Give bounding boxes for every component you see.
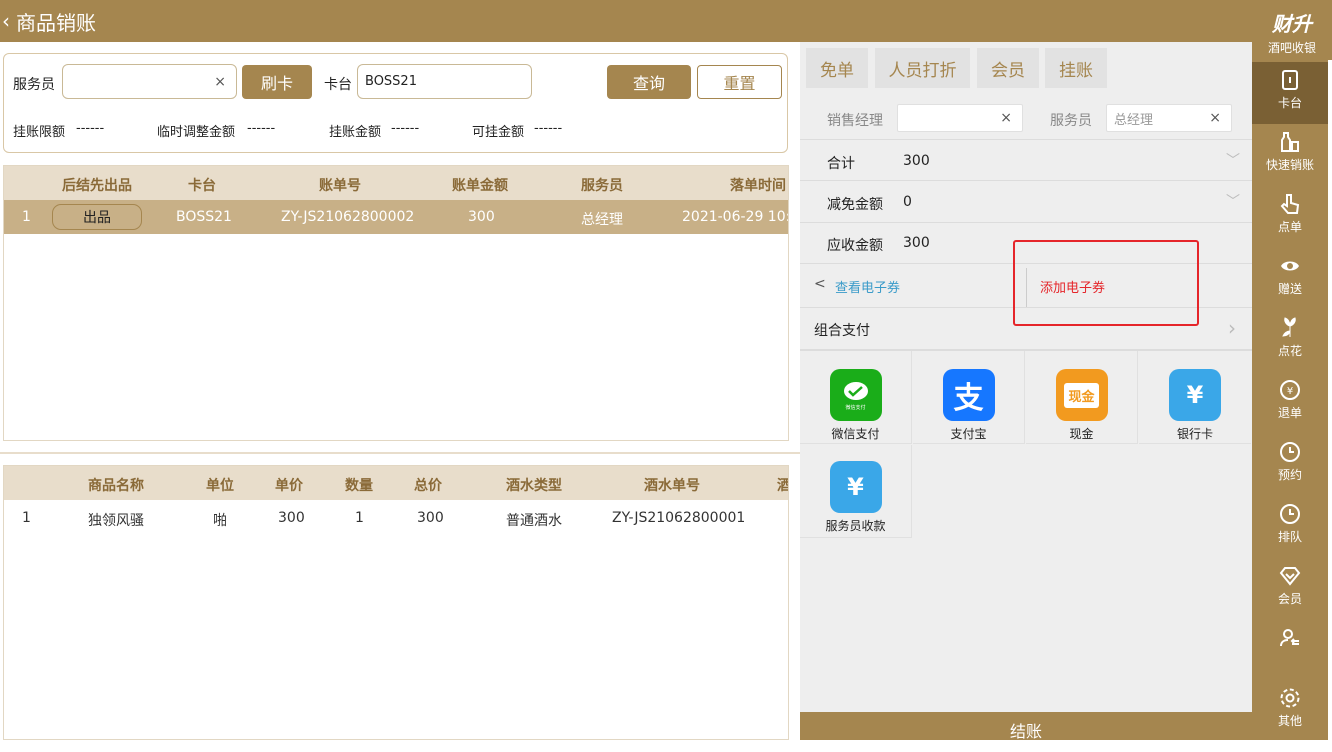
divider (800, 222, 1252, 223)
brand-name: 财升 (1272, 12, 1312, 36)
sidebar: 财升 酒吧收银 卡台 快速销账 点单 赠送 点花 ¥ 退单 预约 排队 会员 其… (1252, 0, 1332, 740)
users-icon (1280, 629, 1299, 647)
swipe-card-button[interactable]: 刷卡 (242, 65, 312, 99)
pay-bank-card[interactable]: ¥ 银行卡 (1139, 351, 1251, 444)
sidebar-item-gift[interactable]: 赠送 (1252, 248, 1328, 310)
total-label: 合计 (827, 156, 855, 172)
sidebar-item-queue[interactable]: 排队 (1252, 496, 1328, 558)
temp-adjust-label: 临时调整金额 (157, 125, 236, 140)
serve-button[interactable]: 出品 (52, 204, 142, 230)
waiter-collect-icon: ¥ (829, 461, 882, 513)
divider (800, 180, 1252, 181)
payment-panel: 免单 人员打折 会员 挂账 销售经理 × 服务员 总经理 × 合计 300 ﹀ … (800, 42, 1252, 712)
table-label: 卡台 (324, 77, 352, 93)
flower-icon (1282, 317, 1296, 337)
divider (0, 452, 800, 454)
door-icon (1282, 70, 1298, 90)
bills-table-header: 后结先出品 卡台 账单号 账单金额 服务员 落单时间 (4, 166, 788, 200)
title-bar: ‹ 商品销账 (0, 0, 1252, 42)
query-button[interactable]: 查询 (607, 65, 691, 99)
tab-member[interactable]: 会员 (977, 48, 1039, 88)
clear-icon[interactable]: × (214, 74, 226, 90)
items-table: 商品名称 单位 单价 数量 总价 酒水类型 酒水单号 酒 1 独领风骚 啪 30… (3, 465, 789, 740)
temp-adjust-value: ------ (247, 121, 276, 136)
credit-amount-label: 挂账金额 (329, 125, 382, 140)
chevron-down-icon[interactable]: ﹀ (1226, 150, 1240, 170)
timer-icon (1280, 504, 1300, 524)
total-value: 300 (903, 153, 930, 169)
table-row[interactable]: 1 出品 BOSS21 ZY-JS21062800002 300 总经理 202… (4, 200, 788, 234)
available-value: ------ (534, 121, 563, 136)
sales-manager-input[interactable]: × (897, 104, 1023, 132)
waiter-field[interactable]: 总经理 × (1106, 104, 1232, 132)
view-coupon-link[interactable]: 查看电子券 (835, 277, 900, 296)
bottle-icon (1281, 132, 1299, 152)
reset-button[interactable]: 重置 (697, 65, 782, 99)
waiter-label: 服务员 (1050, 113, 1092, 129)
edge-strip (1328, 60, 1332, 740)
sidebar-item-quick-writeoff[interactable]: 快速销账 (1252, 124, 1328, 186)
pay-waiter-collect[interactable]: ¥ 服务员收款 (800, 445, 912, 538)
items-table-header: 商品名称 单位 单价 数量 总价 酒水类型 酒水单号 酒 (4, 466, 788, 500)
brand-logo: 财升 酒吧收银 (1252, 0, 1332, 60)
tab-free[interactable]: 免单 (806, 48, 868, 88)
tab-credit[interactable]: 挂账 (1045, 48, 1107, 88)
chevron-down-icon[interactable]: ﹀ (1226, 191, 1240, 211)
sidebar-item-flower[interactable]: 点花 (1252, 310, 1328, 372)
tab-staff-discount[interactable]: 人员打折 (875, 48, 970, 88)
search-panel: 服务员 × 刷卡 卡台 BOSS21 查询 重置 挂账限额 ------ 临时调… (3, 53, 788, 153)
clear-icon[interactable]: × (1000, 110, 1012, 126)
tap-icon (1280, 194, 1300, 214)
receivable-label: 应收金额 (827, 238, 883, 254)
sales-manager-label: 销售经理 (827, 113, 883, 129)
waiter-input[interactable]: × (62, 64, 237, 99)
diamond-icon (1279, 567, 1301, 586)
chevron-right-icon[interactable]: › (1228, 316, 1236, 340)
table-input[interactable]: BOSS21 (357, 64, 532, 99)
sidebar-item-order[interactable]: 点单 (1252, 186, 1328, 248)
clear-icon[interactable]: × (1209, 110, 1221, 126)
credit-amount-value: ------ (391, 121, 420, 136)
clock-icon (1280, 442, 1300, 462)
sidebar-item-booking[interactable]: 预约 (1252, 434, 1328, 496)
credit-limit-value: ------ (76, 121, 105, 136)
alipay-icon: 支 (942, 369, 995, 421)
back-icon[interactable]: ‹ (2, 9, 10, 33)
gear-icon (1280, 688, 1300, 708)
brand-sub: 酒吧收银 (1267, 41, 1316, 55)
divider (800, 139, 1252, 140)
pay-alipay[interactable]: 支 支付宝 (913, 351, 1025, 444)
pay-wechat[interactable]: 微信支付 微信支付 (800, 351, 912, 444)
settle-button[interactable]: 结账 (800, 712, 1252, 741)
wechat-pay-icon: 微信支付 (829, 369, 882, 421)
receivable-value: 300 (903, 235, 930, 251)
waiter-label: 服务员 (13, 77, 55, 93)
sidebar-item-users[interactable] (1252, 620, 1328, 682)
discount-value: 0 (903, 194, 912, 210)
payment-methods: 微信支付 微信支付 支 支付宝 现金 现金 ¥ 银行卡 ¥ 服务员收款 (800, 351, 1252, 541)
sidebar-item-refund[interactable]: ¥ 退单 (1252, 372, 1328, 434)
cash-icon: 现金 (1055, 369, 1108, 421)
sidebar-item-other[interactable]: 其他 (1252, 680, 1328, 742)
pay-cash[interactable]: 现金 现金 (1026, 351, 1138, 444)
bills-table: 后结先出品 卡台 账单号 账单金额 服务员 落单时间 1 出品 BOSS21 Z… (3, 165, 789, 441)
refund-icon: ¥ (1280, 380, 1300, 400)
gift-icon (1281, 261, 1299, 271)
svg-text:¥: ¥ (1287, 386, 1293, 397)
combo-pay-label[interactable]: 组合支付 (814, 320, 870, 340)
credit-limit-label: 挂账限额 (13, 125, 66, 140)
bank-card-icon: ¥ (1169, 369, 1221, 421)
available-label: 可挂金额 (472, 125, 525, 140)
discount-label: 减免金额 (827, 197, 883, 213)
chevron-left-icon[interactable]: < (814, 276, 826, 292)
sidebar-item-member[interactable]: 会员 (1252, 558, 1328, 620)
highlight-box (1013, 240, 1199, 326)
page-title: 商品销账 (16, 10, 96, 35)
sidebar-item-table[interactable]: 卡台 (1252, 62, 1328, 124)
table-row[interactable]: 1 独领风骚 啪 300 1 300 普通酒水 ZY-JS21062800001 (4, 500, 788, 534)
